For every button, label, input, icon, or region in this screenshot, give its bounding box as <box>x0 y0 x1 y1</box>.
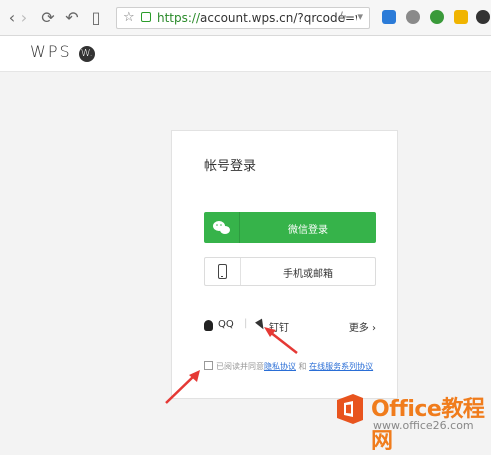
arrow-to-dingtalk <box>264 327 298 354</box>
arrow-to-checkbox <box>165 370 200 404</box>
watermark-url: www.office26.com <box>373 419 474 432</box>
office-logo-icon <box>337 394 363 424</box>
annotation-arrows <box>165 327 298 404</box>
watermark: Office教程网 www.office26.com <box>333 390 491 454</box>
